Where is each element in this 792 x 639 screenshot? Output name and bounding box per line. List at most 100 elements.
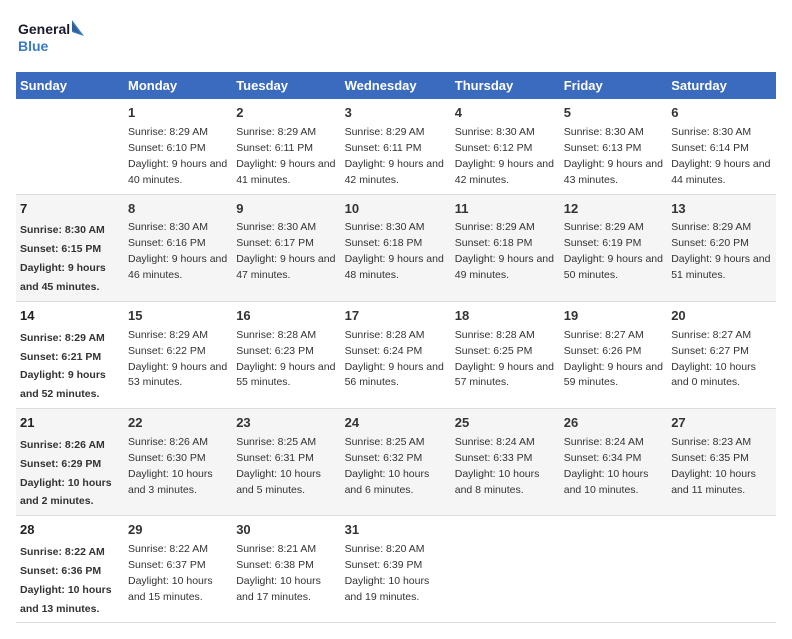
cell-info: Sunrise: 8:29 AMSunset: 6:11 PMDaylight:… xyxy=(345,126,444,186)
header-row: SundayMondayTuesdayWednesdayThursdayFrid… xyxy=(16,72,776,99)
header-cell-wednesday: Wednesday xyxy=(341,72,451,99)
header-cell-tuesday: Tuesday xyxy=(232,72,340,99)
header-cell-thursday: Thursday xyxy=(451,72,560,99)
cell-info: Sunrise: 8:29 AMSunset: 6:20 PMDaylight:… xyxy=(671,221,770,281)
cell-info: Sunrise: 8:20 AMSunset: 6:39 PMDaylight:… xyxy=(345,543,430,603)
day-number: 29 xyxy=(128,521,228,540)
day-cell: 10 Sunrise: 8:30 AMSunset: 6:18 PMDayligh… xyxy=(341,194,451,301)
cell-info: Sunrise: 8:24 AMSunset: 6:33 PMDaylight:… xyxy=(455,436,540,496)
cell-info: Sunrise: 8:30 AMSunset: 6:13 PMDaylight:… xyxy=(564,126,663,186)
day-number: 2 xyxy=(236,104,336,123)
header-cell-saturday: Saturday xyxy=(667,72,776,99)
cell-info: Sunrise: 8:24 AMSunset: 6:34 PMDaylight:… xyxy=(564,436,649,496)
cell-info: Sunrise: 8:30 AMSunset: 6:12 PMDaylight:… xyxy=(455,126,554,186)
cell-info: Sunrise: 8:29 AMSunset: 6:19 PMDaylight:… xyxy=(564,221,663,281)
day-number: 14 xyxy=(20,307,120,326)
day-number: 4 xyxy=(455,104,556,123)
day-number: 21 xyxy=(20,414,120,433)
day-number: 15 xyxy=(128,307,228,326)
day-cell: 24 Sunrise: 8:25 AMSunset: 6:32 PMDayligh… xyxy=(341,409,451,516)
day-cell: 25 Sunrise: 8:24 AMSunset: 6:33 PMDayligh… xyxy=(451,409,560,516)
day-number: 30 xyxy=(236,521,336,540)
cell-info: Sunrise: 8:28 AMSunset: 6:24 PMDaylight:… xyxy=(345,329,444,389)
week-row-5: 28Sunrise: 8:22 AMSunset: 6:36 PMDayligh… xyxy=(16,516,776,623)
day-cell: 15 Sunrise: 8:29 AMSunset: 6:22 PMDayligh… xyxy=(124,301,232,408)
calendar-table: SundayMondayTuesdayWednesdayThursdayFrid… xyxy=(16,72,776,623)
day-number: 13 xyxy=(671,200,772,219)
day-cell: 29 Sunrise: 8:22 AMSunset: 6:37 PMDayligh… xyxy=(124,516,232,623)
day-number: 25 xyxy=(455,414,556,433)
day-cell: 19 Sunrise: 8:27 AMSunset: 6:26 PMDayligh… xyxy=(560,301,667,408)
day-cell: 18Sunrise: 8:28 AMSunset: 6:25 PMDayligh… xyxy=(451,301,560,408)
day-cell: 12 Sunrise: 8:29 AMSunset: 6:19 PMDayligh… xyxy=(560,194,667,301)
day-number: 10 xyxy=(345,200,447,219)
day-cell: 22 Sunrise: 8:26 AMSunset: 6:30 PMDayligh… xyxy=(124,409,232,516)
header-cell-monday: Monday xyxy=(124,72,232,99)
day-cell xyxy=(560,516,667,623)
day-cell: 2 Sunrise: 8:29 AMSunset: 6:11 PMDaylight… xyxy=(232,99,340,194)
week-row-3: 14Sunrise: 8:29 AMSunset: 6:21 PMDayligh… xyxy=(16,301,776,408)
day-cell xyxy=(667,516,776,623)
day-number: 22 xyxy=(128,414,228,433)
day-number: 31 xyxy=(345,521,447,540)
day-number: 17 xyxy=(345,307,447,326)
cell-info: Sunrise: 8:25 AMSunset: 6:32 PMDaylight:… xyxy=(345,436,430,496)
day-cell: 8 Sunrise: 8:30 AMSunset: 6:16 PMDaylight… xyxy=(124,194,232,301)
day-cell: 3Sunrise: 8:29 AMSunset: 6:11 PMDaylight… xyxy=(341,99,451,194)
day-number: 19 xyxy=(564,307,663,326)
cell-info: Sunrise: 8:26 AMSunset: 6:30 PMDaylight:… xyxy=(128,436,213,496)
cell-info: Sunrise: 8:26 AMSunset: 6:29 PMDaylight:… xyxy=(20,439,112,508)
day-number: 24 xyxy=(345,414,447,433)
week-row-4: 21 Sunrise: 8:26 AMSunset: 6:29 PMDayligh… xyxy=(16,409,776,516)
day-cell: 21 Sunrise: 8:26 AMSunset: 6:29 PMDayligh… xyxy=(16,409,124,516)
header-cell-sunday: Sunday xyxy=(16,72,124,99)
cell-info: Sunrise: 8:29 AMSunset: 6:10 PMDaylight:… xyxy=(128,126,227,186)
week-row-2: 7 Sunrise: 8:30 AMSunset: 6:15 PMDaylight… xyxy=(16,194,776,301)
day-number: 20 xyxy=(671,307,772,326)
day-cell: 26 Sunrise: 8:24 AMSunset: 6:34 PMDayligh… xyxy=(560,409,667,516)
cell-info: Sunrise: 8:30 AMSunset: 6:14 PMDaylight:… xyxy=(671,126,770,186)
day-number: 7 xyxy=(20,200,120,219)
day-number: 23 xyxy=(236,414,336,433)
day-cell: 30 Sunrise: 8:21 AMSunset: 6:38 PMDayligh… xyxy=(232,516,340,623)
svg-text:General: General xyxy=(18,21,70,37)
cell-info: Sunrise: 8:30 AMSunset: 6:16 PMDaylight:… xyxy=(128,221,227,281)
cell-info: Sunrise: 8:27 AMSunset: 6:26 PMDaylight:… xyxy=(564,329,663,389)
cell-info: Sunrise: 8:21 AMSunset: 6:38 PMDaylight:… xyxy=(236,543,321,603)
cell-info: Sunrise: 8:30 AMSunset: 6:18 PMDaylight:… xyxy=(345,221,444,281)
day-cell: 6 Sunrise: 8:30 AMSunset: 6:14 PMDaylight… xyxy=(667,99,776,194)
logo: General Blue xyxy=(16,16,86,60)
day-cell: 1 Sunrise: 8:29 AMSunset: 6:10 PMDaylight… xyxy=(124,99,232,194)
day-number: 16 xyxy=(236,307,336,326)
day-cell: 31 Sunrise: 8:20 AMSunset: 6:39 PMDayligh… xyxy=(341,516,451,623)
day-cell: 23 Sunrise: 8:25 AMSunset: 6:31 PMDayligh… xyxy=(232,409,340,516)
day-cell: 28Sunrise: 8:22 AMSunset: 6:36 PMDayligh… xyxy=(16,516,124,623)
day-cell: 16 Sunrise: 8:28 AMSunset: 6:23 PMDayligh… xyxy=(232,301,340,408)
cell-info: Sunrise: 8:30 AMSunset: 6:15 PMDaylight:… xyxy=(20,224,106,293)
calendar-body: 1 Sunrise: 8:29 AMSunset: 6:10 PMDaylight… xyxy=(16,99,776,623)
calendar-header: SundayMondayTuesdayWednesdayThursdayFrid… xyxy=(16,72,776,99)
svg-text:Blue: Blue xyxy=(18,38,49,54)
day-number: 8 xyxy=(128,200,228,219)
cell-info: Sunrise: 8:28 AMSunset: 6:23 PMDaylight:… xyxy=(236,329,335,389)
day-cell: 5Sunrise: 8:30 AMSunset: 6:13 PMDaylight… xyxy=(560,99,667,194)
day-cell xyxy=(451,516,560,623)
cell-info: Sunrise: 8:22 AMSunset: 6:37 PMDaylight:… xyxy=(128,543,213,603)
day-number: 6 xyxy=(671,104,772,123)
cell-info: Sunrise: 8:29 AMSunset: 6:11 PMDaylight:… xyxy=(236,126,335,186)
day-cell: 27Sunrise: 8:23 AMSunset: 6:35 PMDayligh… xyxy=(667,409,776,516)
day-number: 27 xyxy=(671,414,772,433)
header-cell-friday: Friday xyxy=(560,72,667,99)
cell-info: Sunrise: 8:29 AMSunset: 6:22 PMDaylight:… xyxy=(128,329,227,389)
cell-info: Sunrise: 8:25 AMSunset: 6:31 PMDaylight:… xyxy=(236,436,321,496)
day-cell: 11Sunrise: 8:29 AMSunset: 6:18 PMDayligh… xyxy=(451,194,560,301)
cell-info: Sunrise: 8:30 AMSunset: 6:17 PMDaylight:… xyxy=(236,221,335,281)
week-row-1: 1 Sunrise: 8:29 AMSunset: 6:10 PMDaylight… xyxy=(16,99,776,194)
day-number: 26 xyxy=(564,414,663,433)
day-number: 12 xyxy=(564,200,663,219)
day-cell: 7 Sunrise: 8:30 AMSunset: 6:15 PMDaylight… xyxy=(16,194,124,301)
day-cell: 13 Sunrise: 8:29 AMSunset: 6:20 PMDayligh… xyxy=(667,194,776,301)
cell-info: Sunrise: 8:22 AMSunset: 6:36 PMDaylight:… xyxy=(20,546,112,615)
day-number: 1 xyxy=(128,104,228,123)
day-cell: 4 Sunrise: 8:30 AMSunset: 6:12 PMDaylight… xyxy=(451,99,560,194)
